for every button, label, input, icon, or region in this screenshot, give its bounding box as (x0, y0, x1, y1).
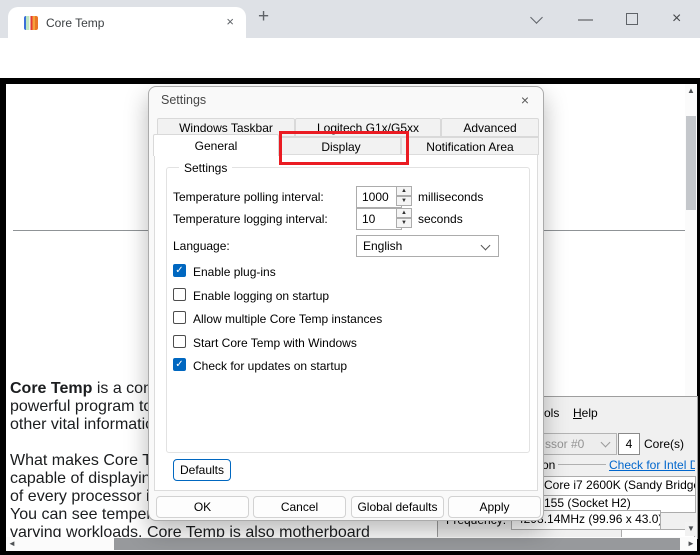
down-arrow-glyph[interactable]: ▼ (685, 522, 697, 535)
vertical-scrollbar-thumb[interactable] (686, 116, 696, 210)
core-temp-favicon (24, 15, 38, 30)
checkbox-enable-logging-label[interactable]: Enable logging on startup (193, 289, 329, 303)
apply-button[interactable]: Apply (448, 496, 541, 518)
screenshot-root: Core Temp × + — × ← → alcpu.com/CoreTemp… (0, 0, 700, 555)
spin-up-icon[interactable]: ▲ (396, 208, 412, 218)
display-tab-annotation-box (279, 131, 409, 165)
dialog-close-icon[interactable]: × (521, 92, 529, 108)
menu-help[interactable]: Help (573, 406, 598, 420)
tab-general[interactable]: General (153, 134, 279, 156)
settings-groupbox-label: Settings (179, 161, 233, 175)
polling-interval-spinner[interactable]: 1000 ▲ ▼ (356, 186, 412, 208)
horizontal-scrollbar-thumb[interactable] (114, 538, 680, 550)
cpu-model-text: Core i7 2600K (Sandy Bridge) (544, 478, 696, 492)
cancel-button[interactable]: Cancel (253, 496, 346, 518)
browser-toolbar: ← → alcpu.com/CoreTemp/ ☆ ⋮ (0, 38, 700, 110)
scroll-up-icon[interactable]: ▲ (685, 84, 697, 97)
language-label: Language: (173, 239, 230, 253)
ok-button[interactable]: OK (156, 496, 249, 518)
cpu-model-field: Core i7 2600K (Sandy Bridge) (521, 476, 696, 496)
checkbox-start-with-windows[interactable] (173, 335, 186, 348)
checkbox-start-with-windows-label[interactable]: Start Core Temp with Windows (193, 336, 357, 350)
polling-unit-label: milliseconds (418, 190, 484, 204)
checkbox-enable-logging[interactable] (173, 288, 186, 301)
page-bold-core-temp: Core Temp (10, 380, 93, 397)
chevron-down-icon (600, 437, 611, 448)
settings-groupbox: Settings (166, 161, 530, 453)
global-defaults-button[interactable]: Global defaults (351, 496, 444, 518)
tab-advanced[interactable]: Advanced (441, 118, 539, 137)
checkbox-check-updates[interactable]: ✓ (173, 358, 186, 371)
dialog-title: Settings (161, 93, 207, 107)
page-text-line: other vital information (10, 416, 163, 433)
checkbox-multiple-instances-label[interactable]: Allow multiple Core Temp instances (193, 312, 382, 326)
spin-up-icon[interactable]: ▲ (396, 186, 412, 196)
checkbox-enable-plugins-label[interactable]: Enable plug-ins (193, 265, 276, 279)
spin-down-icon[interactable]: ▼ (396, 196, 412, 206)
scroll-down-icon[interactable]: ▼ (685, 522, 697, 536)
horizontal-scrollbar[interactable]: ◄ ► (6, 537, 697, 551)
logging-interval-spinner[interactable]: 10 ▲ ▼ (356, 208, 412, 230)
language-value: English (363, 239, 403, 253)
chevron-down-icon (480, 240, 491, 251)
cores-count-field: 4 (618, 433, 640, 455)
language-select[interactable]: English (356, 235, 499, 257)
tab-close-icon[interactable]: × (226, 14, 234, 29)
menu-tools-fragment[interactable]: ols (544, 406, 559, 420)
logging-interval-label: Temperature logging interval: (173, 212, 328, 226)
groupbox-fragment: on (542, 458, 556, 472)
tab-search-icon[interactable] (530, 0, 543, 38)
window-close-icon[interactable]: × (672, 0, 681, 38)
maximize-icon[interactable] (626, 0, 638, 38)
checkbox-check-updates-label[interactable]: Check for updates on startup (193, 359, 347, 373)
browser-tab[interactable]: Core Temp × (8, 7, 246, 38)
spin-down-icon[interactable]: ▼ (396, 218, 412, 228)
polling-interval-label: Temperature polling interval: (173, 190, 324, 204)
scroll-left-icon[interactable]: ◄ (6, 537, 18, 551)
groupbox-line (558, 464, 606, 465)
checkbox-enable-plugins[interactable]: ✓ (173, 264, 186, 277)
scroll-right-icon[interactable]: ► (685, 537, 697, 551)
processor-select-text: ssor #0 (545, 437, 585, 451)
settings-dialog: Settings × Windows Taskbar Logitech G1x/… (148, 86, 544, 521)
logging-unit-label: seconds (418, 212, 463, 226)
checkbox-multiple-instances[interactable] (173, 311, 186, 324)
minimize-icon[interactable]: — (578, 0, 593, 38)
browser-tab-strip: Core Temp × + — × (0, 0, 700, 38)
tab-notification-area[interactable]: Notification Area (401, 137, 539, 155)
cores-label: Core(s) (644, 437, 685, 451)
tab-title: Core Temp (46, 15, 105, 30)
check-intel-link[interactable]: Check for Intel D (609, 458, 695, 472)
menu-help-rest: elp (581, 406, 598, 420)
defaults-button[interactable]: Defaults (173, 459, 231, 481)
new-tab-icon[interactable]: + (258, 6, 269, 28)
